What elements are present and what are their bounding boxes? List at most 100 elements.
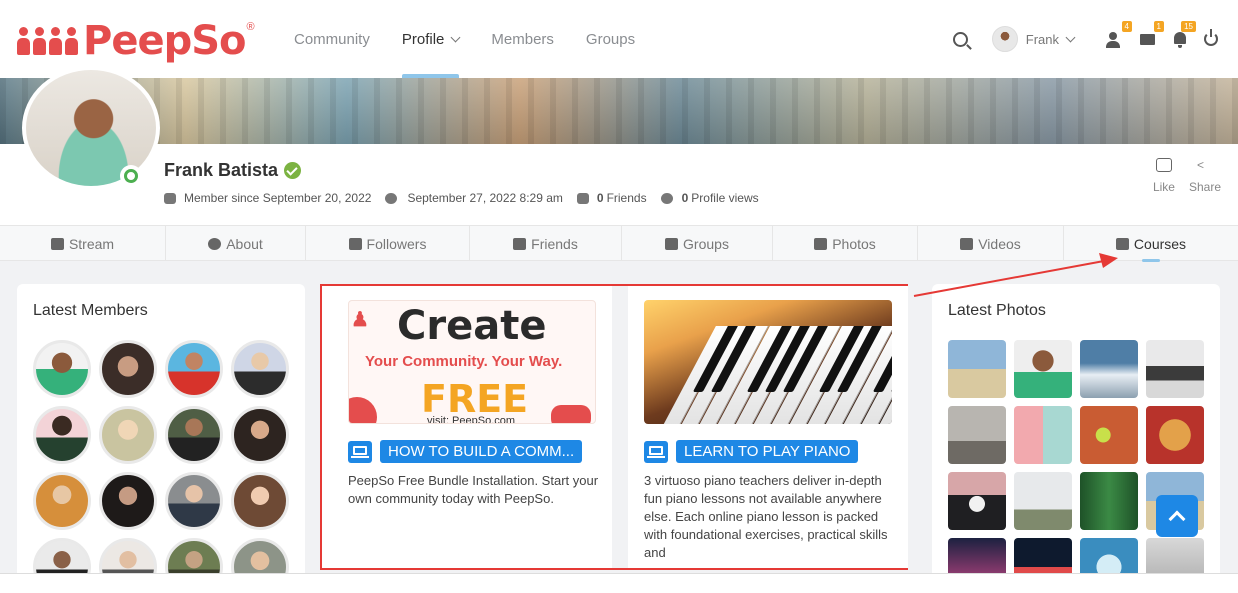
online-status-icon bbox=[120, 165, 142, 187]
notifications-icon[interactable]: 15 bbox=[1170, 21, 1196, 49]
photo-thumbnail[interactable] bbox=[1080, 340, 1138, 398]
courses-list: ♟ Create Your Community. Your Way. FREE … bbox=[320, 284, 908, 570]
video-icon bbox=[960, 237, 974, 250]
member-since: Member since September 20, 2022 bbox=[184, 191, 372, 205]
friends-label: Friends bbox=[606, 191, 647, 205]
profile-header: Frank Batista Member since September 20,… bbox=[0, 144, 1238, 226]
chevron-down-icon bbox=[1065, 32, 1076, 42]
menu-item-label: Members bbox=[491, 30, 554, 48]
latest-photos-title: Latest Photos bbox=[948, 302, 1046, 319]
last-seen: September 27, 2022 8:29 am bbox=[407, 191, 563, 205]
member-avatar[interactable] bbox=[33, 406, 91, 464]
photo-thumbnail[interactable] bbox=[1014, 472, 1072, 530]
menu-item-profile[interactable]: Profile bbox=[401, 0, 461, 78]
piano-keys-image bbox=[644, 326, 892, 424]
decorative-shape bbox=[349, 397, 377, 423]
member-avatar[interactable] bbox=[33, 340, 91, 398]
friends-requests-icon[interactable]: 4 bbox=[1106, 21, 1132, 49]
home-icon bbox=[50, 237, 64, 250]
photo-thumbnail[interactable] bbox=[1014, 340, 1072, 398]
friends-icon bbox=[513, 237, 527, 250]
tab-label: Photos bbox=[832, 235, 876, 252]
photo-thumbnail[interactable] bbox=[948, 472, 1006, 530]
logo-people-icon bbox=[16, 27, 79, 55]
camera-icon bbox=[814, 237, 828, 250]
menu-item-label: Groups bbox=[585, 30, 636, 48]
member-avatar[interactable] bbox=[165, 472, 223, 530]
views-count: 0 bbox=[681, 191, 689, 205]
course-thumbnail[interactable]: ♟ Create Your Community. Your Way. FREE … bbox=[348, 300, 596, 424]
friends-icon bbox=[576, 192, 589, 204]
main-menu: Community Profile Members Groups bbox=[294, 0, 667, 78]
menu-item-label: Community bbox=[294, 30, 370, 48]
member-avatar[interactable] bbox=[231, 472, 289, 530]
like-button[interactable]: Like bbox=[1153, 158, 1175, 194]
peepso-logo[interactable]: PeepSo ® bbox=[16, 16, 255, 66]
scroll-to-top-button[interactable] bbox=[1156, 495, 1198, 537]
menu-item-label: Profile bbox=[401, 30, 445, 48]
nav-right: Frank 4 1 15 bbox=[952, 0, 1218, 78]
search-icon[interactable] bbox=[952, 31, 968, 47]
share-label: Share bbox=[1188, 180, 1221, 194]
logout-icon[interactable] bbox=[1204, 29, 1218, 46]
laptop-icon bbox=[348, 440, 372, 463]
member-avatar[interactable] bbox=[231, 340, 289, 398]
tab-label: About bbox=[226, 235, 263, 252]
user-menu[interactable]: Frank bbox=[991, 26, 1076, 52]
photos-grid bbox=[948, 340, 1204, 593]
tab-videos[interactable]: Videos bbox=[918, 226, 1064, 261]
member-avatar[interactable] bbox=[165, 406, 223, 464]
photo-thumbnail[interactable] bbox=[1146, 406, 1204, 464]
photo-thumbnail[interactable] bbox=[948, 406, 1006, 464]
photo-thumbnail[interactable] bbox=[1080, 406, 1138, 464]
tab-followers[interactable]: Followers bbox=[306, 226, 470, 261]
course-card: LEARN TO PLAY PIANO 3 virtuoso piano tea… bbox=[628, 286, 908, 568]
course-thumbnail[interactable] bbox=[644, 300, 892, 424]
tab-about[interactable]: About bbox=[166, 226, 306, 261]
menu-item-groups[interactable]: Groups bbox=[586, 0, 635, 78]
peepso-mini-logo-icon: ♟ bbox=[351, 309, 369, 331]
photo-thumbnail[interactable] bbox=[1014, 406, 1072, 464]
member-avatar[interactable] bbox=[99, 406, 157, 464]
tab-courses[interactable]: Courses bbox=[1064, 226, 1238, 262]
member-avatar[interactable] bbox=[99, 340, 157, 398]
clock-icon bbox=[385, 192, 398, 204]
avatar bbox=[991, 26, 1018, 52]
photo-thumbnail[interactable] bbox=[1146, 340, 1204, 398]
menu-item-members[interactable]: Members bbox=[491, 0, 554, 78]
course-title-link[interactable]: LEARN TO PLAY PIANO bbox=[644, 440, 859, 463]
course-title-link[interactable]: HOW TO BUILD A COMM... bbox=[348, 440, 583, 463]
latest-members-title: Latest Members bbox=[33, 302, 148, 319]
thumbnail-heading: Create bbox=[397, 303, 547, 349]
member-avatar[interactable] bbox=[99, 472, 157, 530]
cover-image bbox=[0, 78, 1238, 144]
notifications-badge: 15 bbox=[1181, 21, 1196, 32]
messages-icon[interactable]: 1 bbox=[1138, 21, 1164, 49]
laptop-icon bbox=[644, 440, 668, 463]
member-avatar[interactable] bbox=[33, 472, 91, 530]
share-button[interactable]: Share bbox=[1189, 158, 1221, 194]
member-avatar[interactable] bbox=[231, 406, 289, 464]
tab-label: Stream bbox=[68, 235, 115, 252]
course-description: 3 virtuoso piano teachers deliver in-dep… bbox=[644, 473, 888, 560]
photo-thumbnail[interactable] bbox=[948, 340, 1006, 398]
member-avatar[interactable] bbox=[165, 340, 223, 398]
course-title: HOW TO BUILD A COMM... bbox=[380, 440, 583, 463]
follower-icon bbox=[348, 237, 362, 250]
tab-photos[interactable]: Photos bbox=[773, 226, 918, 261]
menu-item-community[interactable]: Community bbox=[294, 0, 370, 78]
tab-label: Groups bbox=[683, 235, 729, 252]
courses-divider bbox=[612, 286, 628, 568]
tab-label: Followers bbox=[366, 235, 427, 252]
user-name: Frank bbox=[1025, 31, 1059, 47]
tab-stream[interactable]: Stream bbox=[0, 226, 166, 261]
views-label: Profile views bbox=[691, 191, 759, 205]
tab-friends[interactable]: Friends bbox=[470, 226, 622, 261]
profile-name: Frank Batista bbox=[164, 160, 302, 181]
course-title: LEARN TO PLAY PIANO bbox=[676, 440, 859, 463]
tab-groups[interactable]: Groups bbox=[622, 226, 773, 261]
photo-thumbnail[interactable] bbox=[1080, 472, 1138, 530]
profile-actions: Like Share bbox=[1153, 158, 1221, 194]
tab-label: Friends bbox=[531, 235, 578, 252]
thumbs-up-icon bbox=[1155, 158, 1172, 172]
